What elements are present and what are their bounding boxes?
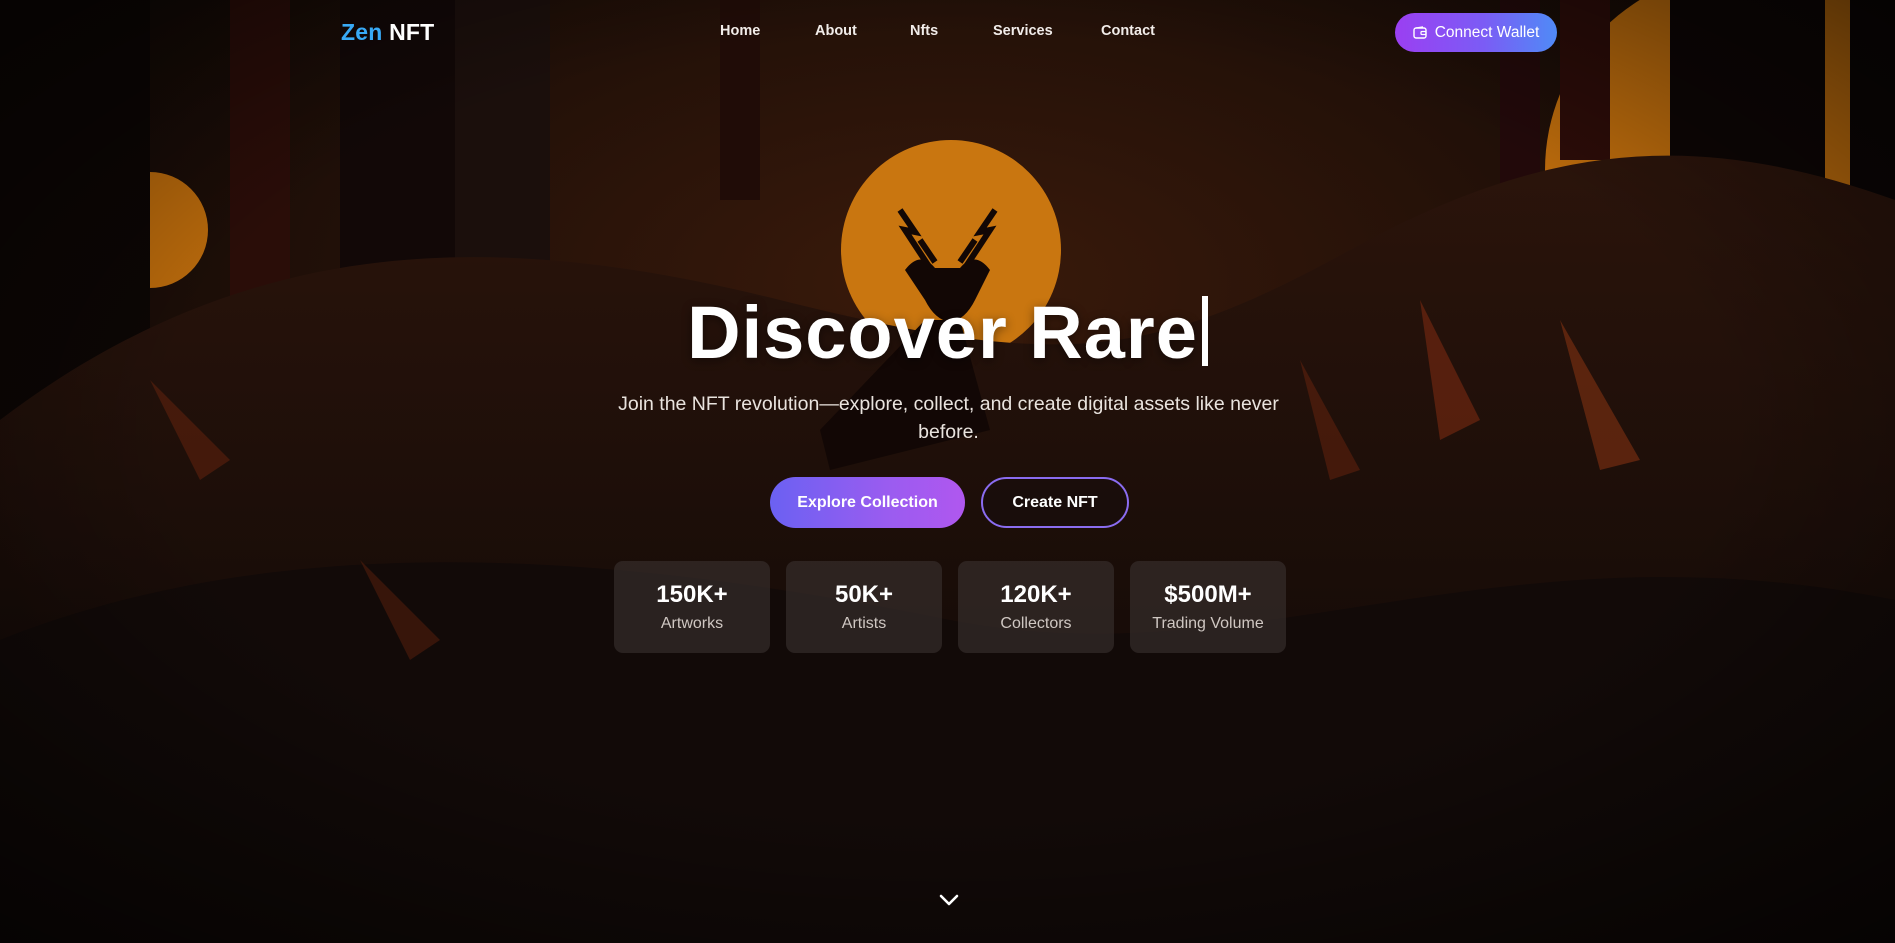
nav-link-home[interactable]: Home bbox=[720, 23, 760, 39]
top-navbar: Zen NFT Home About Nfts Services Contact… bbox=[0, 0, 1895, 64]
stat-label: Artists bbox=[841, 615, 887, 632]
wallet-icon bbox=[1413, 26, 1427, 39]
stat-value: $500M+ bbox=[1164, 581, 1252, 608]
stat-value: 120K+ bbox=[1000, 581, 1072, 608]
hero-background-illustration bbox=[0, 0, 1895, 943]
nav-link-services[interactable]: Services bbox=[993, 23, 1053, 39]
stat-card-artists: 50K+ Artists bbox=[786, 561, 942, 653]
connect-wallet-label: Connect Wallet bbox=[1434, 23, 1540, 41]
hero-title: Discover Rare bbox=[0, 290, 1895, 375]
brand-logo[interactable]: Zen NFT bbox=[341, 19, 434, 46]
brand-logo-first: Zen bbox=[341, 19, 383, 45]
stat-card-collectors: 120K+ Collectors bbox=[958, 561, 1114, 653]
nav-link-about[interactable]: About bbox=[815, 23, 857, 39]
typing-cursor bbox=[1201, 296, 1208, 366]
connect-wallet-button[interactable]: Connect Wallet bbox=[1395, 13, 1557, 52]
hero-title-text: Discover Rare bbox=[687, 291, 1198, 374]
stat-value: 50K+ bbox=[834, 581, 894, 608]
stat-card-artworks: 150K+ Artworks bbox=[614, 561, 770, 653]
create-nft-button[interactable]: Create NFT bbox=[981, 477, 1129, 528]
stat-label: Artworks bbox=[660, 615, 724, 632]
stat-card-trading-volume: $500M+ Trading Volume bbox=[1130, 561, 1286, 653]
brand-logo-second: NFT bbox=[389, 19, 435, 45]
stat-label: Collectors bbox=[1000, 615, 1072, 632]
nav-link-contact[interactable]: Contact bbox=[1101, 23, 1155, 39]
nav-link-nfts[interactable]: Nfts bbox=[910, 23, 938, 39]
hero-subtitle: Join the NFT revolution—explore, collect… bbox=[618, 393, 1279, 443]
stat-label: Trading Volume bbox=[1152, 615, 1264, 632]
stat-value: 150K+ bbox=[656, 581, 728, 608]
explore-collection-button[interactable]: Explore Collection bbox=[770, 477, 965, 528]
chevron-down-icon[interactable] bbox=[938, 893, 960, 907]
